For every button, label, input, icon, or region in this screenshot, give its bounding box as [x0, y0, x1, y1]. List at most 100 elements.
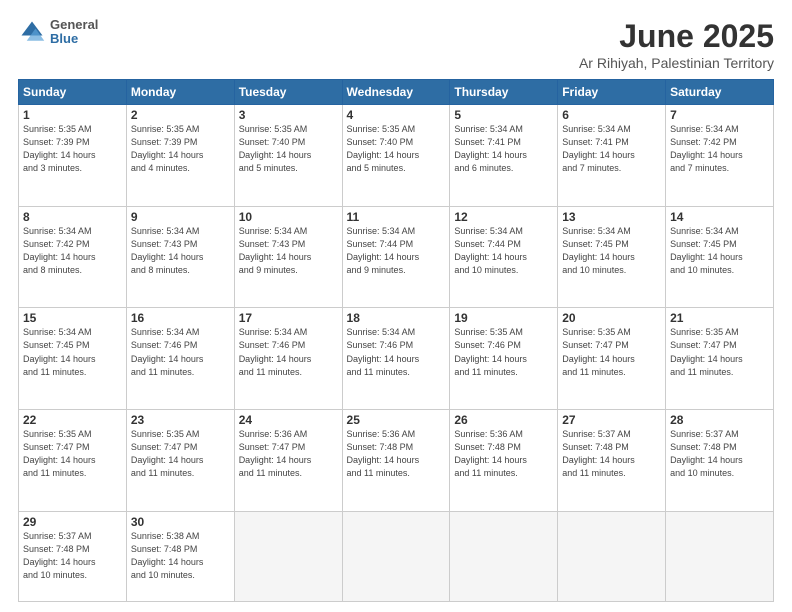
- day-number: 10: [239, 210, 338, 224]
- day-number: 17: [239, 311, 338, 325]
- calendar-body: 1Sunrise: 5:35 AM Sunset: 7:39 PM Daylig…: [19, 105, 774, 602]
- calendar-cell: 3Sunrise: 5:35 AM Sunset: 7:40 PM Daylig…: [234, 105, 342, 207]
- calendar-cell: 18Sunrise: 5:34 AM Sunset: 7:46 PM Dayli…: [342, 308, 450, 410]
- day-info: Sunrise: 5:36 AM Sunset: 7:48 PM Dayligh…: [454, 428, 553, 480]
- day-info: Sunrise: 5:34 AM Sunset: 7:42 PM Dayligh…: [23, 225, 122, 277]
- day-info: Sunrise: 5:34 AM Sunset: 7:46 PM Dayligh…: [239, 326, 338, 378]
- calendar-cell: 25Sunrise: 5:36 AM Sunset: 7:48 PM Dayli…: [342, 410, 450, 512]
- calendar-cell: [666, 511, 774, 601]
- day-info: Sunrise: 5:37 AM Sunset: 7:48 PM Dayligh…: [670, 428, 769, 480]
- day-info: Sunrise: 5:35 AM Sunset: 7:46 PM Dayligh…: [454, 326, 553, 378]
- calendar-cell: 17Sunrise: 5:34 AM Sunset: 7:46 PM Dayli…: [234, 308, 342, 410]
- calendar-cell: 15Sunrise: 5:34 AM Sunset: 7:45 PM Dayli…: [19, 308, 127, 410]
- calendar-cell: [558, 511, 666, 601]
- day-info: Sunrise: 5:35 AM Sunset: 7:47 PM Dayligh…: [562, 326, 661, 378]
- calendar-cell: 21Sunrise: 5:35 AM Sunset: 7:47 PM Dayli…: [666, 308, 774, 410]
- logo-general-label: General: [50, 18, 98, 32]
- weekday-header-friday: Friday: [558, 80, 666, 105]
- calendar-cell: 26Sunrise: 5:36 AM Sunset: 7:48 PM Dayli…: [450, 410, 558, 512]
- weekday-header-row: SundayMondayTuesdayWednesdayThursdayFrid…: [19, 80, 774, 105]
- day-number: 29: [23, 515, 122, 529]
- calendar-table: SundayMondayTuesdayWednesdayThursdayFrid…: [18, 79, 774, 602]
- calendar-week-row: 29Sunrise: 5:37 AM Sunset: 7:48 PM Dayli…: [19, 511, 774, 601]
- weekday-header-monday: Monday: [126, 80, 234, 105]
- day-info: Sunrise: 5:35 AM Sunset: 7:40 PM Dayligh…: [239, 123, 338, 175]
- page: General Blue June 2025 Ar Rihiyah, Pales…: [0, 0, 792, 612]
- day-number: 26: [454, 413, 553, 427]
- calendar-cell: 7Sunrise: 5:34 AM Sunset: 7:42 PM Daylig…: [666, 105, 774, 207]
- calendar-cell: 11Sunrise: 5:34 AM Sunset: 7:44 PM Dayli…: [342, 206, 450, 308]
- calendar-cell: 8Sunrise: 5:34 AM Sunset: 7:42 PM Daylig…: [19, 206, 127, 308]
- calendar-week-row: 8Sunrise: 5:34 AM Sunset: 7:42 PM Daylig…: [19, 206, 774, 308]
- day-info: Sunrise: 5:35 AM Sunset: 7:47 PM Dayligh…: [670, 326, 769, 378]
- day-number: 8: [23, 210, 122, 224]
- day-number: 15: [23, 311, 122, 325]
- day-info: Sunrise: 5:35 AM Sunset: 7:47 PM Dayligh…: [23, 428, 122, 480]
- calendar-cell: 16Sunrise: 5:34 AM Sunset: 7:46 PM Dayli…: [126, 308, 234, 410]
- title-block: June 2025 Ar Rihiyah, Palestinian Territ…: [579, 18, 774, 71]
- logo-icon: [18, 18, 46, 46]
- day-info: Sunrise: 5:34 AM Sunset: 7:44 PM Dayligh…: [454, 225, 553, 277]
- day-info: Sunrise: 5:35 AM Sunset: 7:47 PM Dayligh…: [131, 428, 230, 480]
- day-info: Sunrise: 5:35 AM Sunset: 7:39 PM Dayligh…: [131, 123, 230, 175]
- day-number: 21: [670, 311, 769, 325]
- calendar-cell: 20Sunrise: 5:35 AM Sunset: 7:47 PM Dayli…: [558, 308, 666, 410]
- calendar-cell: 5Sunrise: 5:34 AM Sunset: 7:41 PM Daylig…: [450, 105, 558, 207]
- calendar-cell: 30Sunrise: 5:38 AM Sunset: 7:48 PM Dayli…: [126, 511, 234, 601]
- calendar-cell: 23Sunrise: 5:35 AM Sunset: 7:47 PM Dayli…: [126, 410, 234, 512]
- weekday-header-wednesday: Wednesday: [342, 80, 450, 105]
- calendar-cell: 27Sunrise: 5:37 AM Sunset: 7:48 PM Dayli…: [558, 410, 666, 512]
- day-info: Sunrise: 5:35 AM Sunset: 7:40 PM Dayligh…: [347, 123, 446, 175]
- calendar-cell: 29Sunrise: 5:37 AM Sunset: 7:48 PM Dayli…: [19, 511, 127, 601]
- calendar-header: SundayMondayTuesdayWednesdayThursdayFrid…: [19, 80, 774, 105]
- day-number: 4: [347, 108, 446, 122]
- calendar-cell: 6Sunrise: 5:34 AM Sunset: 7:41 PM Daylig…: [558, 105, 666, 207]
- calendar-cell: 9Sunrise: 5:34 AM Sunset: 7:43 PM Daylig…: [126, 206, 234, 308]
- day-number: 27: [562, 413, 661, 427]
- day-info: Sunrise: 5:35 AM Sunset: 7:39 PM Dayligh…: [23, 123, 122, 175]
- logo-text: General Blue: [50, 18, 98, 47]
- weekday-header-thursday: Thursday: [450, 80, 558, 105]
- day-number: 24: [239, 413, 338, 427]
- day-number: 7: [670, 108, 769, 122]
- day-info: Sunrise: 5:34 AM Sunset: 7:45 PM Dayligh…: [670, 225, 769, 277]
- calendar-cell: 19Sunrise: 5:35 AM Sunset: 7:46 PM Dayli…: [450, 308, 558, 410]
- day-info: Sunrise: 5:37 AM Sunset: 7:48 PM Dayligh…: [23, 530, 122, 582]
- day-number: 25: [347, 413, 446, 427]
- calendar-cell: 1Sunrise: 5:35 AM Sunset: 7:39 PM Daylig…: [19, 105, 127, 207]
- day-info: Sunrise: 5:37 AM Sunset: 7:48 PM Dayligh…: [562, 428, 661, 480]
- weekday-header-tuesday: Tuesday: [234, 80, 342, 105]
- day-number: 12: [454, 210, 553, 224]
- calendar-week-row: 15Sunrise: 5:34 AM Sunset: 7:45 PM Dayli…: [19, 308, 774, 410]
- calendar-location: Ar Rihiyah, Palestinian Territory: [579, 55, 774, 71]
- calendar-cell: 13Sunrise: 5:34 AM Sunset: 7:45 PM Dayli…: [558, 206, 666, 308]
- logo: General Blue: [18, 18, 98, 47]
- day-info: Sunrise: 5:36 AM Sunset: 7:47 PM Dayligh…: [239, 428, 338, 480]
- day-info: Sunrise: 5:34 AM Sunset: 7:45 PM Dayligh…: [23, 326, 122, 378]
- day-number: 1: [23, 108, 122, 122]
- day-number: 6: [562, 108, 661, 122]
- day-info: Sunrise: 5:34 AM Sunset: 7:46 PM Dayligh…: [347, 326, 446, 378]
- day-number: 9: [131, 210, 230, 224]
- day-number: 16: [131, 311, 230, 325]
- day-number: 5: [454, 108, 553, 122]
- day-number: 2: [131, 108, 230, 122]
- day-number: 28: [670, 413, 769, 427]
- day-info: Sunrise: 5:34 AM Sunset: 7:41 PM Dayligh…: [562, 123, 661, 175]
- calendar-cell: 2Sunrise: 5:35 AM Sunset: 7:39 PM Daylig…: [126, 105, 234, 207]
- calendar-cell: [234, 511, 342, 601]
- day-number: 14: [670, 210, 769, 224]
- calendar-week-row: 22Sunrise: 5:35 AM Sunset: 7:47 PM Dayli…: [19, 410, 774, 512]
- calendar-cell: 28Sunrise: 5:37 AM Sunset: 7:48 PM Dayli…: [666, 410, 774, 512]
- weekday-header-saturday: Saturday: [666, 80, 774, 105]
- day-number: 11: [347, 210, 446, 224]
- calendar-cell: 4Sunrise: 5:35 AM Sunset: 7:40 PM Daylig…: [342, 105, 450, 207]
- day-info: Sunrise: 5:34 AM Sunset: 7:41 PM Dayligh…: [454, 123, 553, 175]
- calendar-cell: 14Sunrise: 5:34 AM Sunset: 7:45 PM Dayli…: [666, 206, 774, 308]
- day-info: Sunrise: 5:34 AM Sunset: 7:46 PM Dayligh…: [131, 326, 230, 378]
- day-info: Sunrise: 5:34 AM Sunset: 7:43 PM Dayligh…: [239, 225, 338, 277]
- day-info: Sunrise: 5:34 AM Sunset: 7:44 PM Dayligh…: [347, 225, 446, 277]
- day-number: 13: [562, 210, 661, 224]
- day-number: 20: [562, 311, 661, 325]
- calendar-week-row: 1Sunrise: 5:35 AM Sunset: 7:39 PM Daylig…: [19, 105, 774, 207]
